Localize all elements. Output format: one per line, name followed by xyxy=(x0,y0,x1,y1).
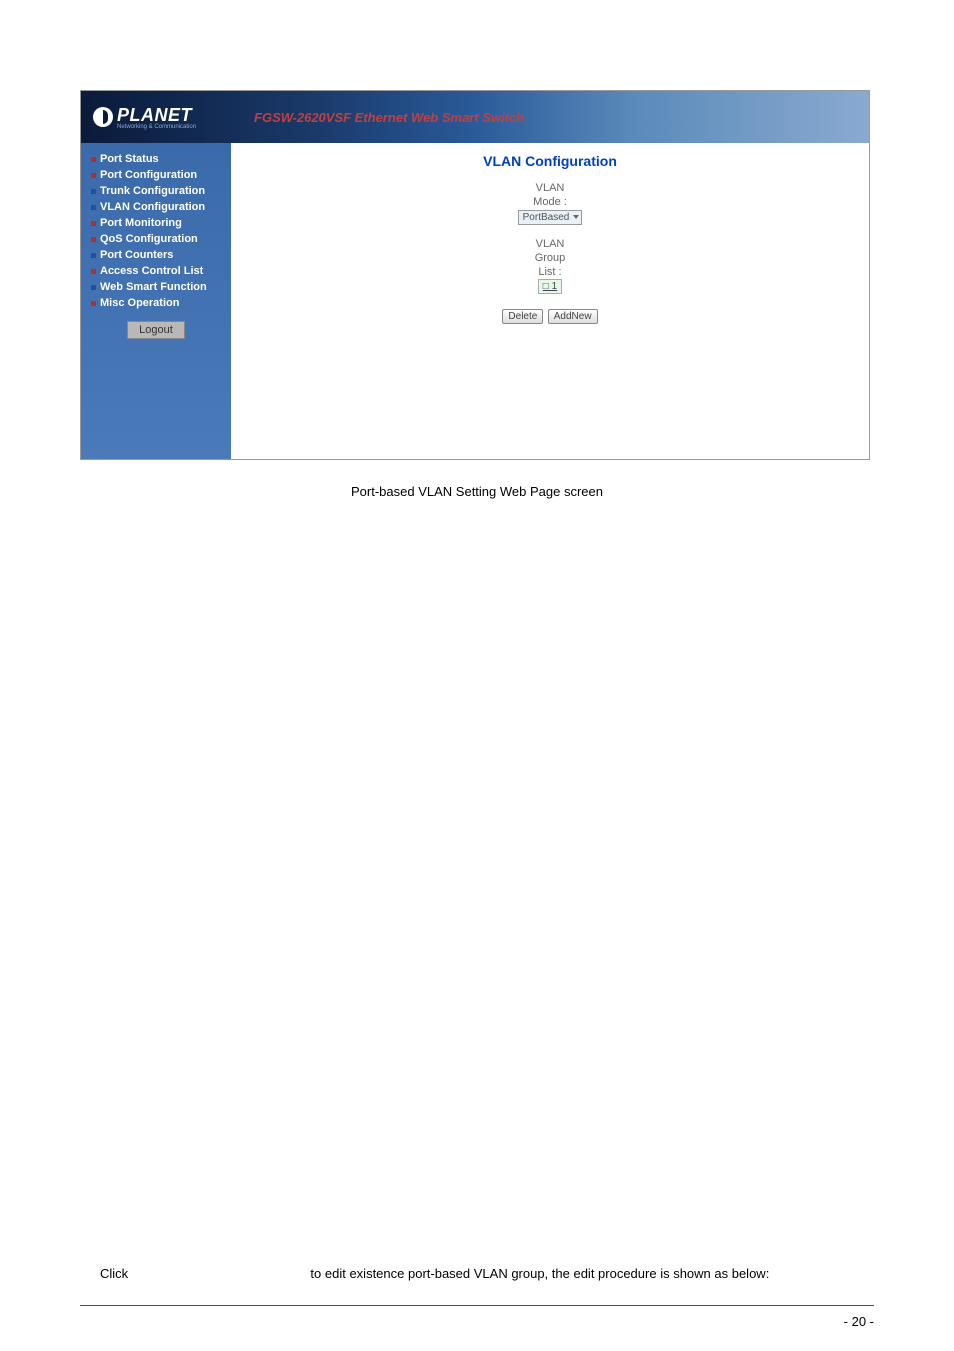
bullet-icon xyxy=(91,173,96,178)
sidebar-item-label: Port Monitoring xyxy=(100,217,182,229)
sidebar-item-misc-operation[interactable]: Misc Operation xyxy=(91,295,221,311)
bullet-icon xyxy=(91,285,96,290)
screenshot-frame: PLANET Networking & Communication FGSW-2… xyxy=(80,90,870,460)
vlan-group-label: VLAN xyxy=(241,237,859,251)
app-header: PLANET Networking & Communication FGSW-2… xyxy=(81,91,869,143)
instruction-text: Click to edit existence port-based VLAN … xyxy=(100,1266,769,1281)
sidebar: Port Status Port Configuration Trunk Con… xyxy=(81,143,231,459)
sidebar-item-label: VLAN Configuration xyxy=(100,201,205,213)
vlan-group-item-link[interactable]: □ 1 xyxy=(538,279,562,294)
bullet-icon xyxy=(91,269,96,274)
bullet-icon xyxy=(91,253,96,258)
header-title: FGSW-2620VSF Ethernet Web Smart Switch xyxy=(254,110,524,125)
addnew-button[interactable]: AddNew xyxy=(548,309,598,324)
vlan-mode-label: VLAN xyxy=(241,181,859,195)
sidebar-item-label: Port Counters xyxy=(100,249,173,261)
logo-subtitle: Networking & Communication xyxy=(117,124,196,130)
page-title: VLAN Configuration xyxy=(241,153,859,169)
main-content: VLAN Configuration VLAN Mode : PortBased… xyxy=(231,143,869,459)
sidebar-item-label: Web Smart Function xyxy=(100,281,207,293)
planet-logo-icon xyxy=(93,107,113,127)
sidebar-item-vlan-configuration[interactable]: VLAN Configuration xyxy=(91,199,221,215)
sidebar-item-trunk-configuration[interactable]: Trunk Configuration xyxy=(91,183,221,199)
delete-button[interactable]: Delete xyxy=(502,309,543,324)
bullet-icon xyxy=(91,205,96,210)
vlan-mode-select[interactable]: PortBased xyxy=(518,210,583,225)
instruction-prefix: Click xyxy=(100,1266,128,1281)
sidebar-item-port-monitoring[interactable]: Port Monitoring xyxy=(91,215,221,231)
sidebar-item-qos-configuration[interactable]: QoS Configuration xyxy=(91,231,221,247)
logo-text: PLANET xyxy=(117,105,196,126)
sidebar-item-label: QoS Configuration xyxy=(100,233,198,245)
sidebar-item-label: Access Control List xyxy=(100,265,203,277)
sidebar-item-label: Trunk Configuration xyxy=(100,185,205,197)
logo: PLANET Networking & Communication xyxy=(93,105,196,130)
logout-button[interactable]: Logout xyxy=(127,321,185,339)
sidebar-item-label: Port Status xyxy=(100,153,159,165)
bullet-icon xyxy=(91,237,96,242)
bullet-icon xyxy=(91,221,96,226)
sidebar-item-access-control-list[interactable]: Access Control List xyxy=(91,263,221,279)
vlan-group-label: List : xyxy=(241,265,859,279)
sidebar-item-port-status[interactable]: Port Status xyxy=(91,151,221,167)
vlan-mode-block: VLAN Mode : PortBased xyxy=(241,181,859,225)
sidebar-item-label: Misc Operation xyxy=(100,297,179,309)
vlan-group-label: Group xyxy=(241,251,859,265)
sidebar-item-port-configuration[interactable]: Port Configuration xyxy=(91,167,221,183)
vlan-group-block: VLAN Group List : □ 1 xyxy=(241,237,859,295)
bullet-icon xyxy=(91,157,96,162)
figure-caption: Port-based VLAN Setting Web Page screen xyxy=(80,484,874,499)
bullet-icon xyxy=(91,301,96,306)
vlan-mode-label: Mode : xyxy=(241,195,859,209)
sidebar-item-port-counters[interactable]: Port Counters xyxy=(91,247,221,263)
page-number: - 20 - xyxy=(844,1314,874,1329)
instruction-suffix: to edit existence port-based VLAN group,… xyxy=(310,1266,769,1281)
sidebar-item-label: Port Configuration xyxy=(100,169,197,181)
bullet-icon xyxy=(91,189,96,194)
sidebar-item-web-smart-function[interactable]: Web Smart Function xyxy=(91,279,221,295)
footer-divider xyxy=(80,1305,874,1306)
